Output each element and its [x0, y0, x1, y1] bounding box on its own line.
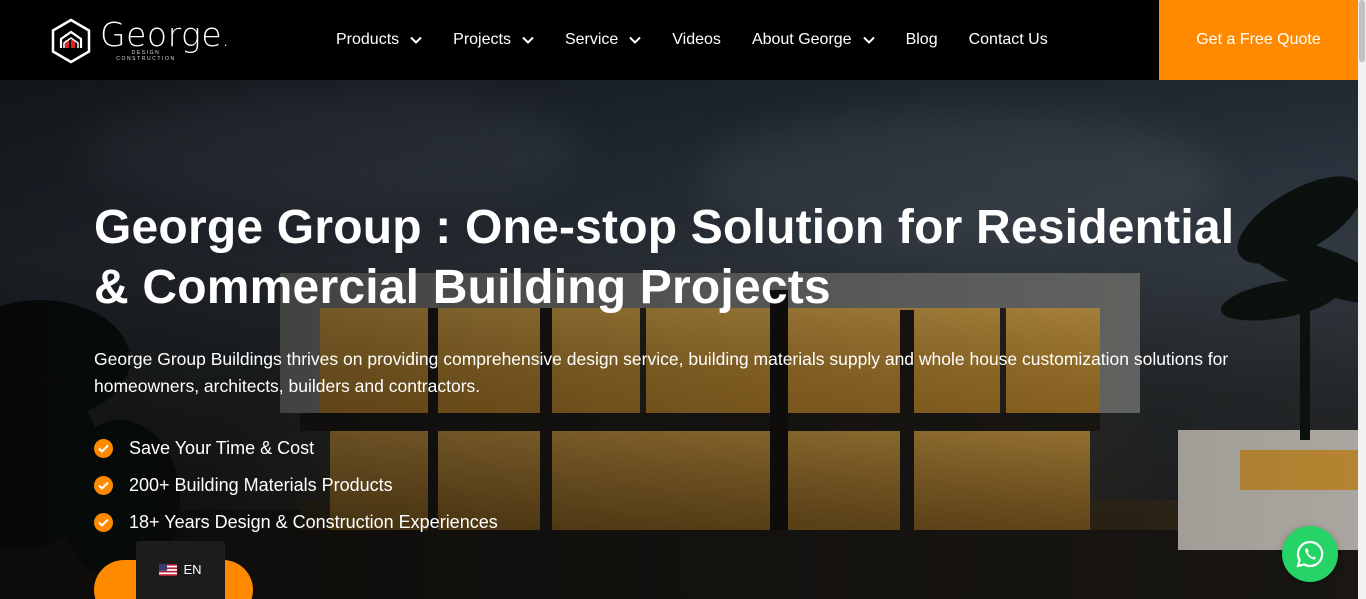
check-circle-icon [94, 513, 113, 532]
whatsapp-chat-button[interactable] [1282, 526, 1338, 582]
chevron-down-icon [862, 36, 875, 44]
brand-tagline: DESIGN CONSTRUCTION [116, 50, 176, 62]
chevron-down-icon [522, 36, 534, 44]
feature-item: 18+ Years Design & Construction Experien… [94, 504, 498, 541]
chevron-down-icon [410, 36, 422, 44]
chevron-down-icon [629, 36, 642, 44]
nav-item-projects[interactable]: Projects [453, 31, 535, 49]
feature-text: Save Your Time & Cost [129, 438, 315, 458]
feature-text: 18+ Years Design & Construction Experien… [129, 512, 498, 532]
hero-title: George Group : One-stop Solution for Res… [94, 201, 1235, 314]
brand-logo[interactable]: George. DESIGN CONSTRUCTION [50, 16, 240, 65]
check-circle-icon [94, 439, 113, 458]
main-nav: Products Projects Service Videos About G… [336, 0, 1079, 80]
feature-item: Save Your Time & Cost [94, 430, 498, 467]
get-free-quote-button[interactable]: Get a Free Quote [1159, 0, 1358, 80]
language-switcher[interactable]: EN [136, 541, 225, 599]
nav-item-videos[interactable]: Videos [672, 31, 721, 49]
whatsapp-icon [1296, 540, 1324, 568]
hero-section: George Group : One-stop Solution for Res… [0, 80, 1358, 599]
house-hexagon-icon [51, 18, 91, 64]
check-circle-icon [94, 476, 113, 495]
nav-item-about-george[interactable]: About George [752, 31, 876, 49]
feature-item: 200+ Building Materials Products [94, 467, 498, 504]
nav-item-products[interactable]: Products [336, 31, 423, 49]
brand-wordmark: George. DESIGN CONSTRUCTION [100, 16, 235, 65]
feature-text: 200+ Building Materials Products [129, 475, 393, 495]
site-header: George. DESIGN CONSTRUCTION Products Pro… [0, 0, 1358, 80]
scrollbar-thumb[interactable] [1359, 0, 1365, 62]
nav-item-contact-us[interactable]: Contact Us [969, 31, 1048, 49]
us-flag-icon [159, 564, 178, 576]
page-scrollbar[interactable] [1358, 0, 1366, 599]
nav-item-service[interactable]: Service [565, 31, 642, 49]
language-code: EN [183, 562, 202, 577]
hero-description: George Group Buildings thrives on provid… [94, 349, 1229, 396]
nav-item-blog[interactable]: Blog [906, 31, 938, 49]
feature-list: Save Your Time & Cost 200+ Building Mate… [94, 430, 498, 541]
